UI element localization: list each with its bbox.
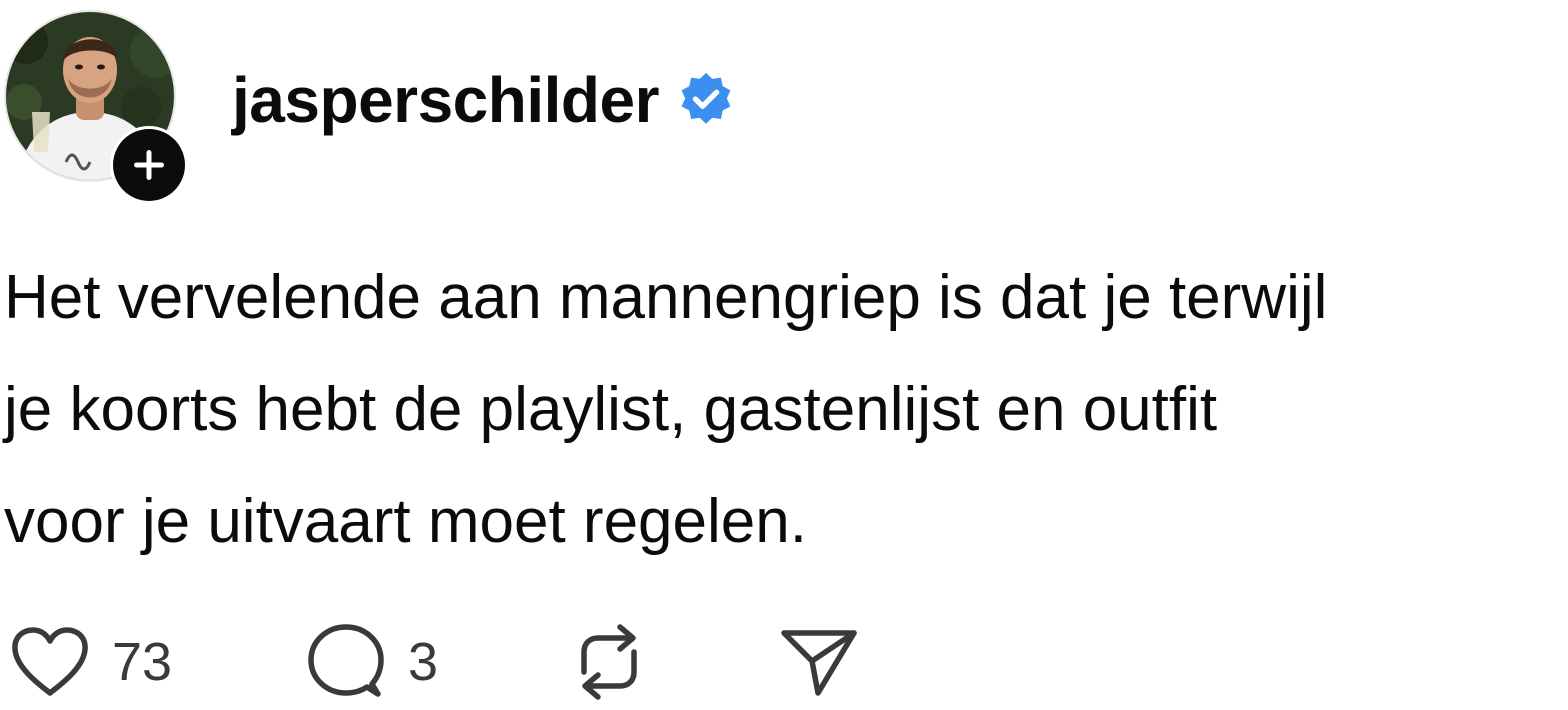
author-avatar-container	[6, 12, 188, 204]
author-username[interactable]: jasperschilder	[232, 68, 660, 132]
comment-bubble-icon	[308, 624, 384, 697]
reply-button[interactable]: 3	[306, 620, 438, 704]
reply-count: 3	[408, 632, 439, 692]
follow-button[interactable]	[110, 126, 188, 204]
repost-button[interactable]	[570, 620, 648, 704]
send-icon	[781, 630, 857, 696]
author-row: jasperschilder	[232, 60, 735, 140]
repost-icon	[581, 624, 637, 700]
like-count: 73	[112, 632, 173, 692]
plus-icon	[113, 129, 185, 201]
verified-badge-icon	[681, 72, 731, 124]
like-button[interactable]: 73	[10, 620, 172, 704]
share-button[interactable]	[780, 620, 858, 704]
heart-icon	[12, 627, 88, 696]
post-text: Het vervelende aan mannengriep is dat je…	[4, 263, 1328, 556]
